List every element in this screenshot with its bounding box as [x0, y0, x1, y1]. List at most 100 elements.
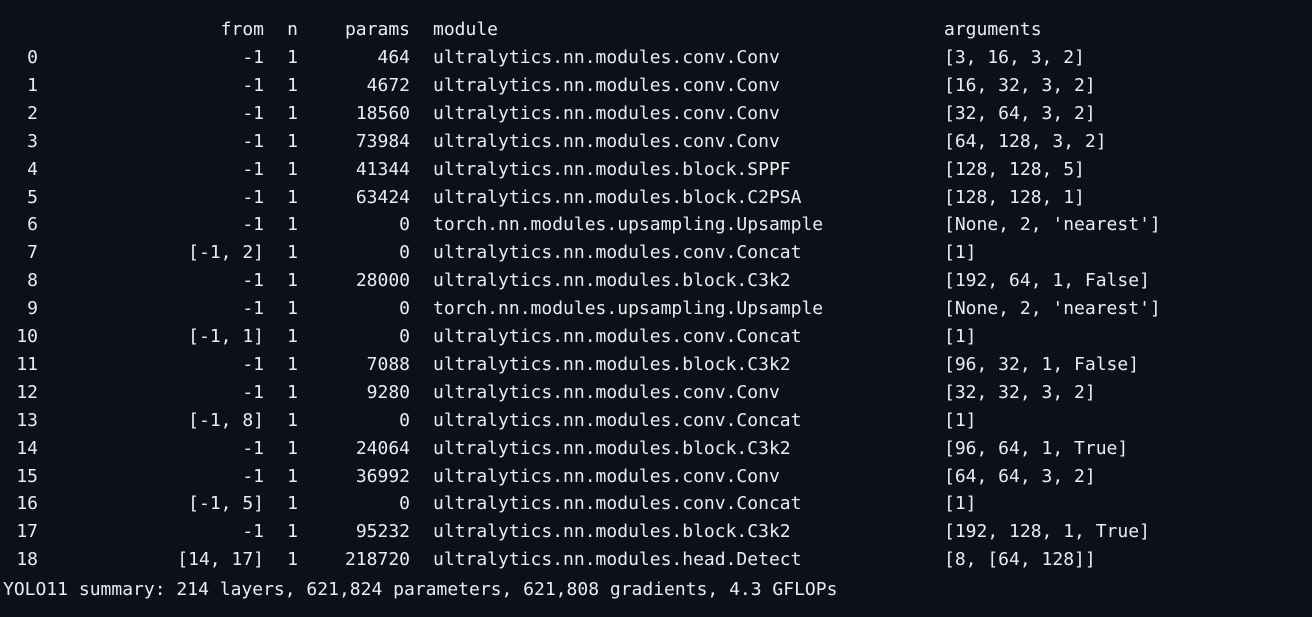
row-params: 36992 [355, 465, 410, 487]
row-arguments: [64, 64, 3, 2] [944, 465, 1096, 487]
row-from: [-1, 2] [188, 242, 264, 264]
row-n: 1 [287, 437, 298, 459]
row-module: ultralytics.nn.modules.block.C3k2 [433, 437, 791, 459]
row-module: ultralytics.nn.modules.conv.Concat [433, 326, 802, 347]
row-index: 7 [27, 242, 38, 264]
row-params: 0 [399, 326, 410, 347]
row-from: -1 [242, 521, 264, 543]
row-params: 218720 [344, 549, 410, 571]
terminal-output: from n params module arguments 0 -1 1 464 ul… [0, 0, 1312, 617]
model-summary: YOLO11 summary: 214 layers, 621,824 para… [3, 579, 838, 600]
table-row: 13 [-1, 8] 1 0 ultralytics.nn.modules.conv.C… [0, 407, 1312, 435]
row-module: ultralytics.nn.modules.block.C2PSA [433, 186, 802, 208]
table-row: 4 -1 1 41344 ultralytics.nn.modules.block.SP… [0, 156, 1312, 184]
row-from: -1 [242, 47, 264, 68]
header-from: from [220, 19, 264, 40]
row-module: ultralytics.nn.modules.conv.Concat [433, 242, 802, 264]
row-from: -1 [242, 353, 264, 375]
row-params: 18560 [355, 102, 410, 124]
row-arguments: [128, 128, 1] [944, 186, 1085, 208]
row-params: 0 [399, 214, 410, 236]
row-module: ultralytics.nn.modules.conv.Concat [433, 493, 802, 515]
row-arguments: [None, 2, 'nearest'] [944, 298, 1161, 320]
row-index: 3 [27, 130, 38, 152]
row-module: ultralytics.nn.modules.block.C3k2 [433, 270, 791, 292]
row-n: 1 [287, 353, 298, 375]
row-n: 1 [287, 298, 298, 320]
header-params: params [344, 19, 410, 40]
table-row: 17 -1 1 95232 ultralytics.nn.modules.block.C… [0, 518, 1312, 546]
row-params: 0 [399, 242, 410, 264]
row-from: -1 [242, 186, 264, 208]
row-n: 1 [287, 214, 298, 236]
header-module: module [433, 19, 499, 40]
row-module: torch.nn.modules.upsampling.Upsample [433, 298, 824, 320]
row-n: 1 [287, 74, 298, 96]
row-from: -1 [242, 74, 264, 96]
row-index: 8 [27, 270, 38, 292]
row-n: 1 [287, 409, 298, 431]
table-row: 1 -1 1 4672 ultralytics.nn.modules.conv.Conv… [0, 72, 1312, 100]
row-params: 73984 [355, 130, 410, 152]
row-params: 0 [399, 409, 410, 431]
row-index: 14 [16, 437, 38, 459]
table-row: 6 -1 1 0 torch.nn.modules.upsampling.Upsampl… [0, 211, 1312, 239]
row-index: 9 [27, 298, 38, 320]
row-params: 7088 [366, 353, 410, 375]
row-arguments: [1] [944, 242, 977, 264]
header-n: n [287, 19, 298, 40]
row-n: 1 [287, 270, 298, 292]
row-arguments: [3, 16, 3, 2] [944, 47, 1085, 68]
row-params: 95232 [355, 521, 410, 543]
row-arguments: [8, [64, 128]] [944, 549, 1096, 571]
row-index: 16 [16, 493, 38, 515]
row-params: 9280 [366, 381, 410, 403]
row-n: 1 [287, 47, 298, 68]
row-params: 0 [399, 298, 410, 320]
table-row: 2 -1 1 18560 ultralytics.nn.modules.conv.Con… [0, 100, 1312, 128]
row-from: -1 [242, 130, 264, 152]
row-params: 41344 [355, 158, 410, 180]
row-arguments: [192, 64, 1, False] [944, 270, 1150, 292]
row-from: -1 [242, 381, 264, 403]
row-from: -1 [242, 465, 264, 487]
row-module: ultralytics.nn.modules.conv.Conv [433, 102, 780, 124]
row-n: 1 [287, 326, 298, 347]
row-index: 2 [27, 102, 38, 124]
row-module: ultralytics.nn.modules.conv.Conv [433, 47, 780, 68]
row-from: [-1, 1] [188, 326, 264, 347]
row-index: 15 [16, 465, 38, 487]
row-index: 17 [16, 521, 38, 543]
row-params: 0 [399, 493, 410, 515]
row-from: -1 [242, 298, 264, 320]
table-row: 11 -1 1 7088 ultralytics.nn.modules.block.C3… [0, 351, 1312, 379]
row-index: 5 [27, 186, 38, 208]
row-index: 11 [16, 353, 38, 375]
row-index: 10 [16, 326, 38, 347]
row-from: [-1, 5] [188, 493, 264, 515]
row-params: 4672 [366, 74, 410, 96]
row-arguments: [96, 32, 1, False] [944, 353, 1140, 375]
table-row: 16 [-1, 5] 1 0 ultralytics.nn.modules.conv.C… [0, 490, 1312, 518]
row-index: 13 [16, 409, 38, 431]
row-index: 4 [27, 158, 38, 180]
table-row: 7 [-1, 2] 1 0 ultralytics.nn.modules.conv.Co… [0, 239, 1312, 267]
row-arguments: [32, 32, 3, 2] [944, 381, 1096, 403]
row-arguments: [128, 128, 5] [944, 158, 1085, 180]
row-module: ultralytics.nn.modules.head.Detect [433, 549, 802, 571]
row-arguments: [32, 64, 3, 2] [944, 102, 1096, 124]
row-from: -1 [242, 158, 264, 180]
row-n: 1 [287, 549, 298, 571]
row-arguments: [192, 128, 1, True] [944, 521, 1150, 543]
header-arguments: arguments [944, 19, 1042, 40]
row-from: -1 [242, 102, 264, 124]
row-module: ultralytics.nn.modules.conv.Conv [433, 381, 780, 403]
row-arguments: [96, 64, 1, True] [944, 437, 1129, 459]
table-row: 0 -1 1 464 ultralytics.nn.modules.conv.Conv [… [0, 44, 1312, 72]
row-index: 12 [16, 381, 38, 403]
row-module: ultralytics.nn.modules.conv.Concat [433, 409, 802, 431]
row-n: 1 [287, 186, 298, 208]
row-params: 28000 [355, 270, 410, 292]
row-n: 1 [287, 130, 298, 152]
row-n: 1 [287, 381, 298, 403]
